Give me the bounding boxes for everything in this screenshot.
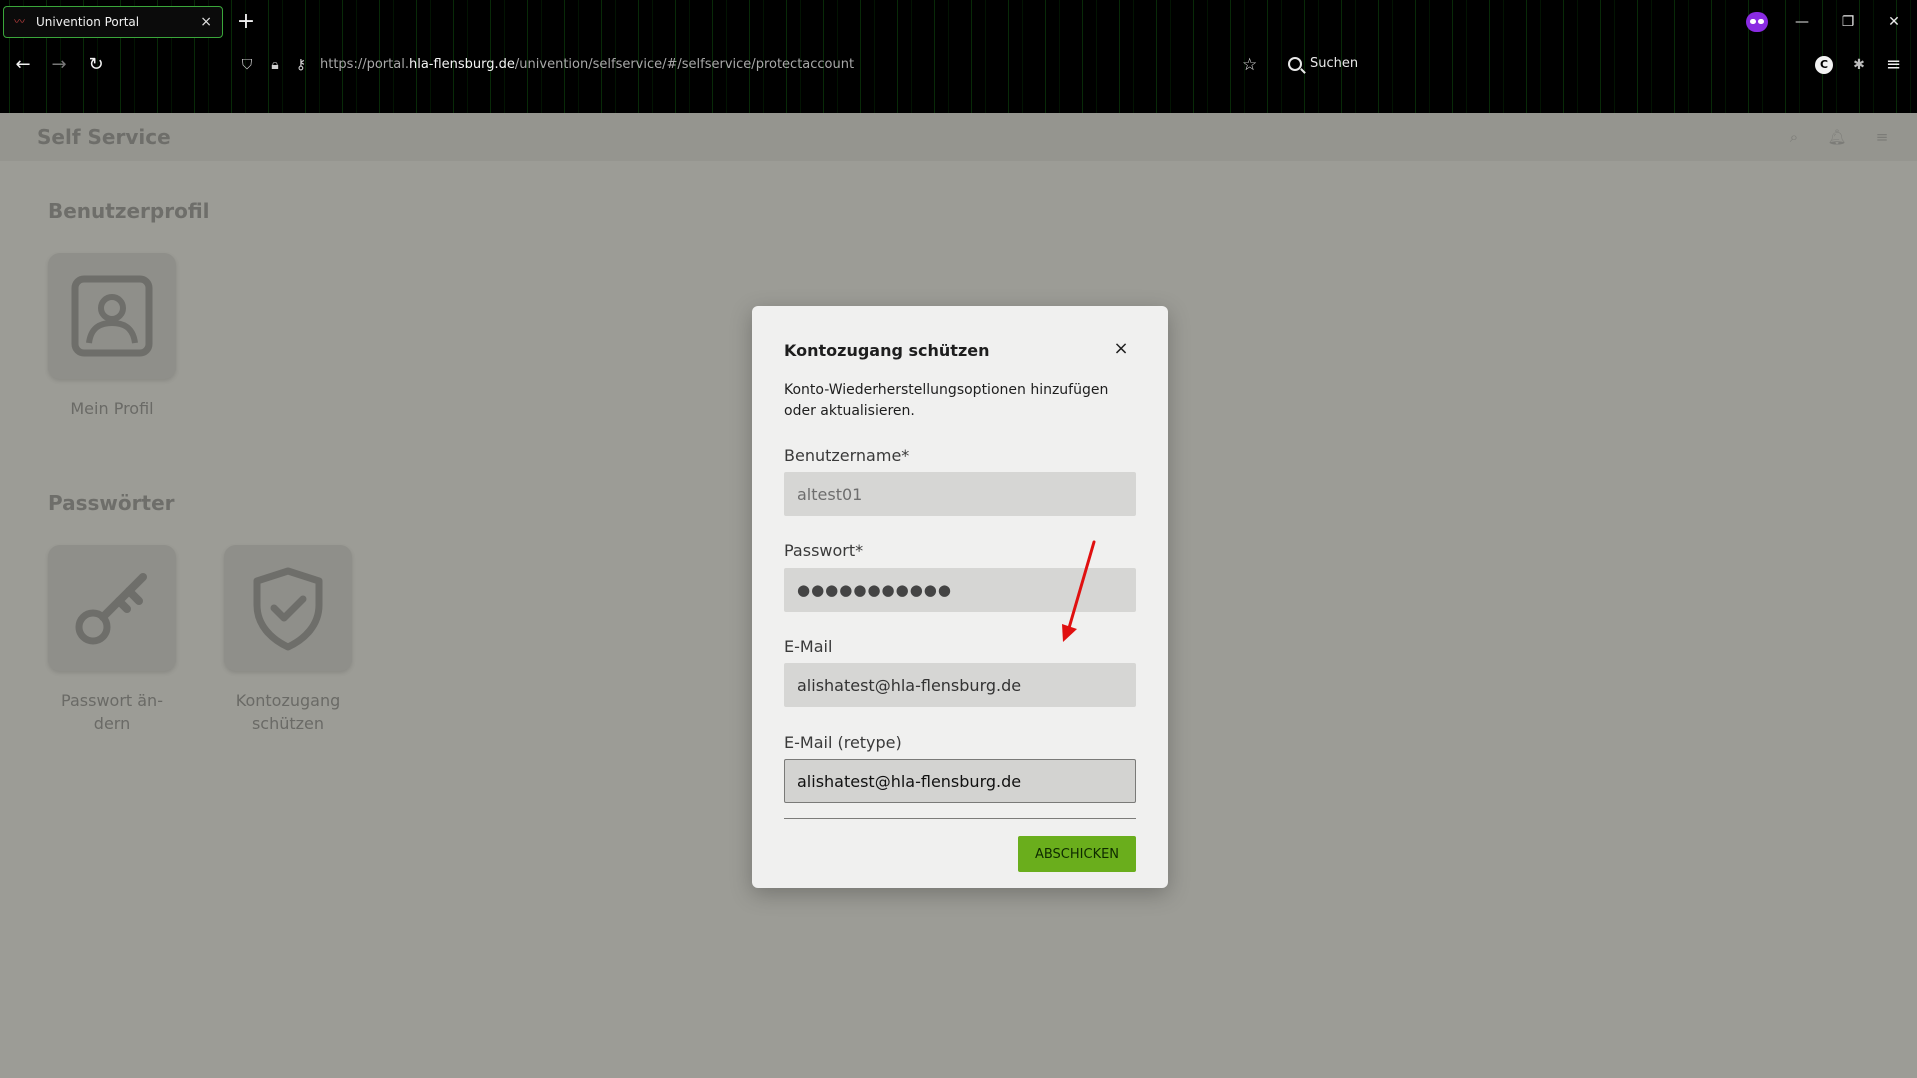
tile-label-my-profile: Mein Profil (70, 399, 154, 418)
dialog-title: Kontozugang schützen (784, 341, 990, 360)
tile-label-protect-account: Kontozugang schützen (235, 691, 341, 733)
password-label: Passwort* (784, 541, 864, 560)
search-label: Suchen (1310, 56, 1359, 71)
email-retype-label: E-Mail (retype) (784, 733, 902, 752)
reload-icon[interactable]: ↻ (81, 46, 111, 84)
search-icon (1288, 56, 1302, 71)
tab-favicon-icon: 〰 (14, 15, 25, 28)
minimize-icon[interactable]: — (1779, 14, 1825, 30)
email-label: E-Mail (784, 637, 833, 656)
close-window-icon[interactable]: ✕ (1871, 14, 1917, 30)
extension-icon[interactable]: ✱ (1850, 56, 1868, 74)
back-arrow-icon[interactable]: ← (8, 46, 38, 84)
dialog-divider (784, 818, 1136, 819)
navigation-bar: ← → ↻ ⛉ 🔒︎ ⚷ https://portal.hla-flensbur… (0, 46, 1917, 84)
tile-label-change-password: Passwort än- dern (61, 691, 163, 733)
extension-c-icon[interactable]: C (1815, 56, 1833, 74)
browser-tab[interactable]: 〰 Univention Portal × (3, 6, 223, 38)
email-retype-field[interactable] (784, 759, 1136, 803)
tile-my-profile[interactable] (48, 253, 176, 379)
restore-icon[interactable]: ❐ (1825, 14, 1871, 30)
header-search-icon[interactable]: ⌕ (1784, 127, 1804, 147)
browser-chrome: 〰 Univention Portal × + — ❐ ✕ ← → ↻ ⛉ 🔒︎… (0, 0, 1917, 113)
app-header: Self Service ⌕ 🔔︎ ≡ (0, 113, 1917, 161)
search-box[interactable]: Suchen (1288, 56, 1358, 71)
bookmark-star-icon[interactable]: ☆ (1242, 55, 1257, 75)
dialog-description: Konto-Wiederherstellungsoptionen hinzufü… (784, 382, 1109, 419)
email-field[interactable] (784, 663, 1136, 707)
tab-close-icon[interactable]: × (200, 14, 212, 30)
submit-button[interactable]: ABSCHICKEN (1018, 836, 1136, 872)
address-bar[interactable]: https://portal.hla-flensburg.de/univenti… (320, 57, 854, 72)
shield-check-icon (253, 567, 323, 651)
new-tab-button[interactable]: + (236, 9, 256, 35)
username-field[interactable] (784, 472, 1136, 516)
lock-icon[interactable]: 🔒︎ (266, 56, 284, 74)
app-title: Self Service (37, 125, 171, 149)
close-icon[interactable]: × (1110, 339, 1132, 361)
key-icon (75, 573, 147, 645)
username-label: Benutzername* (784, 446, 910, 465)
section-title-profile: Benutzerprofil (48, 199, 210, 223)
section-title-passwords: Passwörter (48, 491, 175, 515)
browser-menu-icon[interactable]: ≡ (1886, 54, 1901, 75)
key-icon[interactable]: ⚷ (292, 56, 310, 74)
header-menu-icon[interactable]: ≡ (1872, 127, 1892, 147)
protect-account-dialog: Kontozugang schützen × Konto-Wiederherst… (752, 306, 1168, 888)
tile-protect-account[interactable] (224, 545, 352, 671)
password-field[interactable] (784, 568, 1136, 612)
tab-title: Univention Portal (36, 15, 140, 29)
private-browsing-mask-icon (1746, 12, 1768, 32)
window-controls: — ❐ ✕ (1779, 6, 1917, 38)
tracking-shield-icon[interactable]: ⛉ (238, 56, 256, 74)
user-profile-icon (71, 275, 153, 357)
tile-change-password[interactable] (48, 545, 176, 671)
bell-icon[interactable]: 🔔︎ (1827, 127, 1847, 147)
forward-arrow-icon[interactable]: → (44, 46, 74, 84)
